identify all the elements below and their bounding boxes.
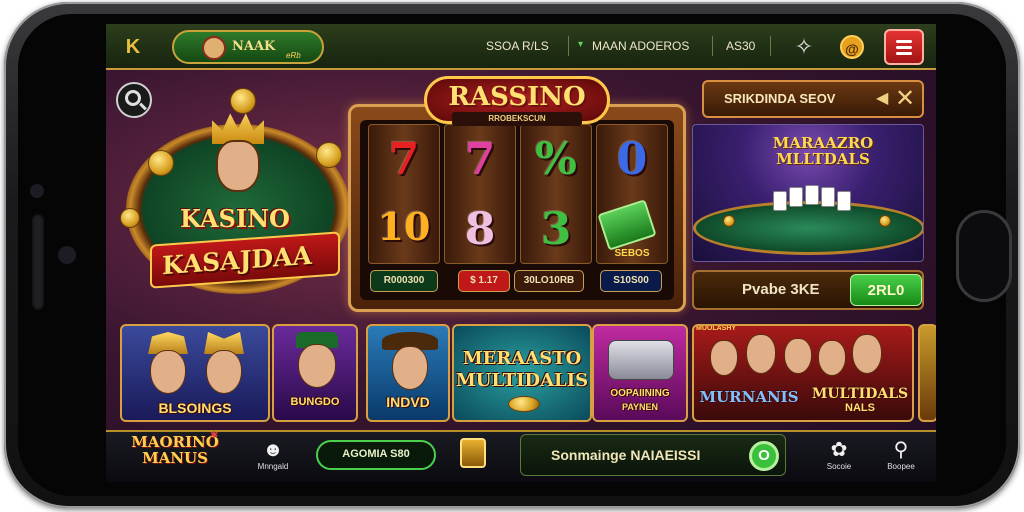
playing-card xyxy=(837,191,851,211)
coin-icon xyxy=(316,142,342,168)
slot-symbol: 10 xyxy=(377,204,431,249)
divider xyxy=(568,36,569,56)
nav-label: Mnngald xyxy=(257,462,289,471)
slot-symbol: % xyxy=(535,134,577,185)
slot-symbol: 0 xyxy=(616,134,648,185)
vehicle-icon xyxy=(608,340,674,380)
coin-icon xyxy=(230,88,256,114)
tile-label: BUNGDO xyxy=(290,396,340,408)
tile-label: NALS xyxy=(845,402,875,414)
top-text-3: AS30 xyxy=(726,39,756,53)
coin-icon xyxy=(120,208,140,228)
front-camera xyxy=(30,184,44,198)
slot-symbol: 3 xyxy=(540,204,572,255)
reel-caption: SEBOS xyxy=(614,248,650,259)
home-button[interactable] xyxy=(956,210,1012,302)
slot-title: RASSINO xyxy=(448,82,586,112)
close-icon[interactable]: ✕ xyxy=(890,84,920,114)
hero-title: KASINO xyxy=(180,204,290,233)
playing-card xyxy=(773,191,787,211)
star-outline-icon[interactable]: ✧ xyxy=(790,33,818,61)
game-tile[interactable]: INDVD xyxy=(366,324,450,422)
game-tile[interactable]: OOPAIINING PAYNEN xyxy=(592,324,688,422)
go-button[interactable]: O xyxy=(749,441,779,471)
avatar xyxy=(202,36,226,60)
divider xyxy=(712,36,713,56)
tile-label: MULTIDALIS xyxy=(455,370,589,391)
spark-icon: ✱ xyxy=(210,430,219,441)
brand-pill[interactable]: NAAK eRb xyxy=(172,30,324,64)
slot-symbol: 8 xyxy=(464,204,496,255)
tile-label: MULTIDALS xyxy=(811,386,909,402)
gear-icon[interactable]: ✿ xyxy=(824,438,854,462)
playing-card xyxy=(805,185,819,205)
sensor xyxy=(58,246,76,264)
nav-label: Boopee xyxy=(887,462,915,471)
top-text-2[interactable]: MAAN ADOEROS xyxy=(592,39,689,53)
back-icon[interactable]: K xyxy=(120,34,146,60)
game-screen: K NAAK eRb SSOA R/LS ▾ MAAN ADOEROS AS30… xyxy=(106,24,936,482)
search-icon[interactable] xyxy=(116,82,152,118)
treasure-icon[interactable] xyxy=(460,438,486,468)
speaker-grille xyxy=(32,214,44,310)
coin-pile-icon xyxy=(508,396,540,412)
dropdown-arrow-icon: ▾ xyxy=(578,39,584,50)
brand-name: NAAK xyxy=(232,39,276,54)
chip-icon xyxy=(723,215,735,227)
top-text-1: SSOA R/LS xyxy=(486,39,549,53)
brand-sub: eRb xyxy=(286,51,301,60)
playing-card xyxy=(821,187,835,207)
character-king xyxy=(216,140,260,192)
promo-label: SRIKDINDA SEOV xyxy=(724,91,836,106)
hamburger-menu-icon[interactable] xyxy=(884,29,924,65)
bottom-pill[interactable]: AGOMIA S80 xyxy=(316,440,436,470)
game-tile[interactable]: MERAASTO MULTIDALIS xyxy=(452,324,592,422)
card-table xyxy=(693,201,923,255)
tile-label: INDVD xyxy=(386,394,430,410)
jackpot-button[interactable]: 2RL0 xyxy=(850,274,922,306)
reel-value: R000300 xyxy=(370,270,438,292)
slot-symbol: 7 xyxy=(388,134,420,185)
coin-icon[interactable]: @ xyxy=(840,35,864,59)
playing-card xyxy=(789,187,803,207)
coin-icon xyxy=(148,150,174,176)
game-tile[interactable] xyxy=(918,324,936,422)
table-title: MARAAZRO MLLTDALS xyxy=(772,134,874,168)
tile-label: PAYNEN xyxy=(621,402,658,412)
tile-label: MERAASTO xyxy=(462,348,582,369)
chip-icon xyxy=(879,215,891,227)
game-tile[interactable]: MUOLASHY MURNANIS MULTIDALS NALS xyxy=(692,324,914,422)
reel-value: 30LO10RB xyxy=(514,270,584,292)
tile-label: MURNANIS xyxy=(699,388,799,406)
hero-roulette[interactable]: KASINO KASAJDAA xyxy=(120,88,350,328)
slot-symbol: 7 xyxy=(464,134,496,185)
chevron-left-icon[interactable]: ◀ xyxy=(876,88,888,108)
jackpot-label: Pvabe 3KE xyxy=(742,281,820,298)
slot-subtitle: RROBEKSCUN xyxy=(452,112,582,126)
tile-label: BLSOINGS xyxy=(158,400,232,416)
user-icon[interactable]: ☻ xyxy=(258,438,288,462)
location-pin-icon[interactable]: ⚲ xyxy=(886,438,916,462)
table-game-card[interactable]: MARAAZRO MLLTDALS xyxy=(692,124,924,262)
divider xyxy=(770,36,771,56)
reel-value: $ 1.17 xyxy=(458,270,510,292)
tile-label: OOPAIINING xyxy=(610,388,670,399)
notification-banner[interactable]: Sonmainge NAIAEISSI O xyxy=(520,434,786,476)
game-tile[interactable]: BLSOINGS xyxy=(120,324,270,422)
game-tile[interactable]: BUNGDO xyxy=(272,324,358,422)
tile-badge: MUOLASHY xyxy=(696,325,737,332)
reel-value: S10S00 xyxy=(600,270,662,292)
nav-label: Socoie xyxy=(826,462,852,471)
